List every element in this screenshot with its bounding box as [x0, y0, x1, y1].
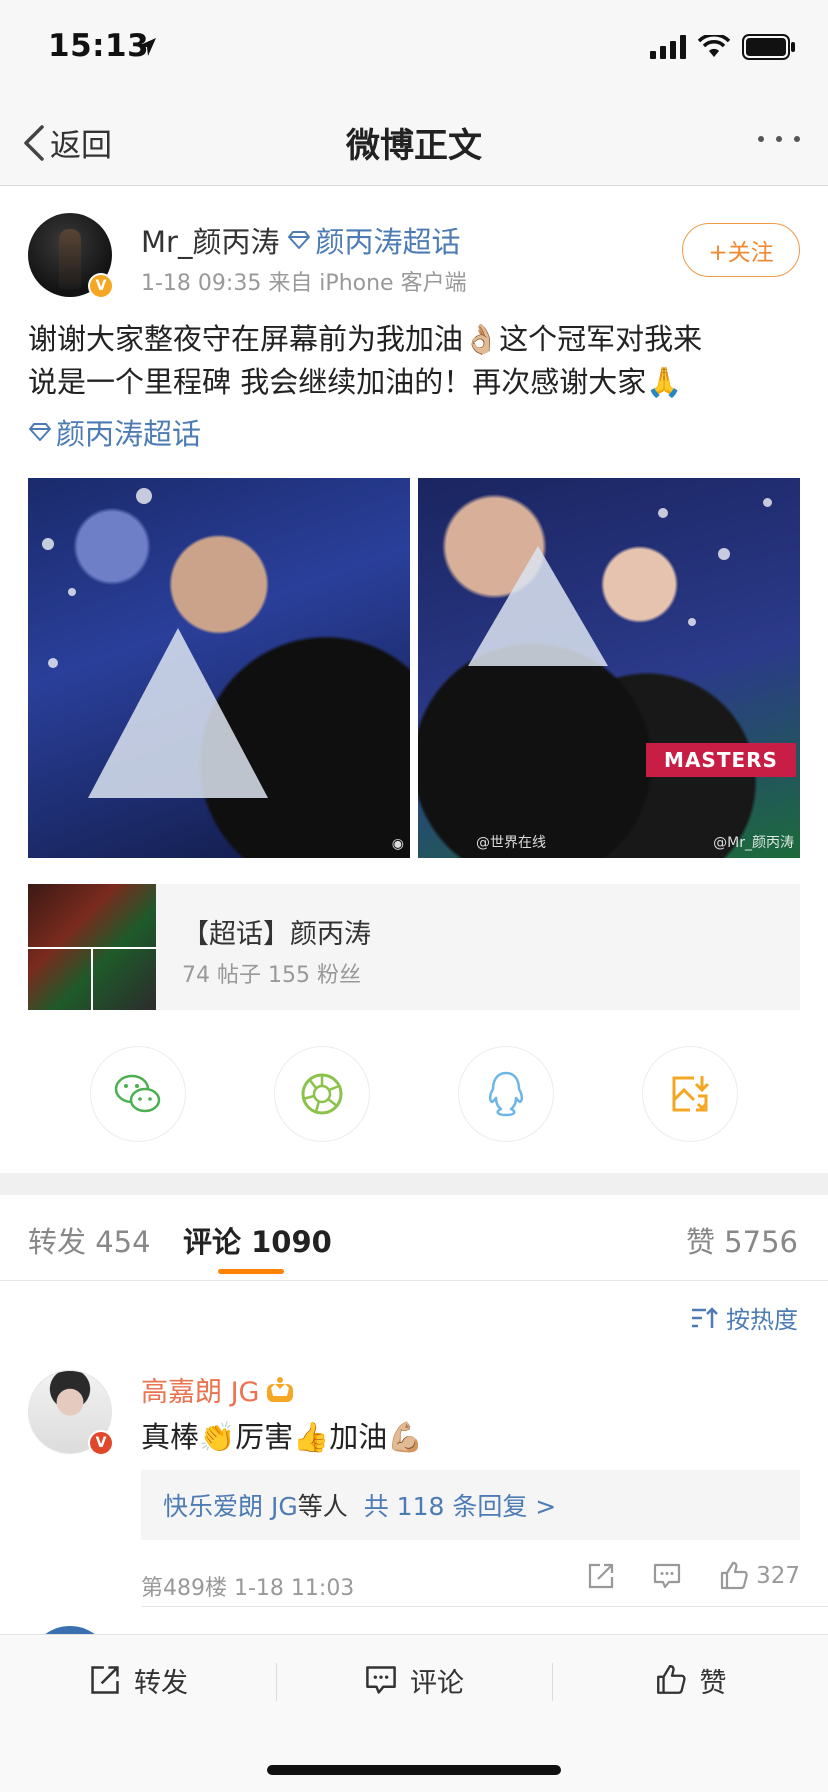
qq-icon: [488, 1071, 524, 1117]
author-name[interactable]: Mr_颜丙涛: [141, 219, 279, 261]
post-text: 谢谢大家整夜守在屏幕前为我加油👌🏼这个冠军对我来 说是一个里程碑 我会继续加油的…: [28, 318, 800, 404]
tab-reposts[interactable]: 转发 454: [28, 1219, 151, 1261]
commenter-name-label: 高嘉朗 JG: [141, 1377, 260, 1408]
comment-actions: 327: [550, 1560, 800, 1592]
photo-watermark-left: @世界在线: [476, 835, 546, 851]
cellular-signal-icon: [650, 35, 686, 59]
bokeh-light: [48, 658, 58, 668]
moments-icon: [301, 1073, 343, 1115]
trophy-image: [88, 628, 268, 798]
reply-mid-text: 等人: [297, 1492, 348, 1521]
home-indicator: [267, 1765, 561, 1775]
tab-comments[interactable]: 评论 1090: [183, 1219, 332, 1261]
share-wechat-button[interactable]: [90, 1046, 186, 1142]
comment-button[interactable]: 评论: [276, 1635, 552, 1725]
status-icons: [650, 34, 796, 60]
verified-badge-icon: V: [88, 1430, 114, 1456]
post-text-line: 说是一个里程碑 我会继续加油的！再次感谢大家🙏: [28, 365, 683, 399]
follow-button[interactable]: +关注: [682, 223, 800, 277]
bokeh-light: [718, 548, 730, 560]
page-title: 微博正文: [346, 126, 482, 166]
commenter-name[interactable]: 高嘉朗 JG: [141, 1370, 295, 1409]
post-text-line: 谢谢大家整夜守在屏幕前为我加油👌🏼这个冠军对我来: [28, 322, 703, 356]
status-time: 15:13: [48, 28, 150, 64]
comment-meta: 第489楼 1-18 11:03: [141, 1576, 355, 1601]
share-row: [0, 1046, 828, 1142]
share-moments-button[interactable]: [274, 1046, 370, 1142]
weibo-watermark-icon: ◉: [391, 836, 404, 852]
repost-label: 转发: [134, 1667, 188, 1699]
reply-count-link[interactable]: 共 118 条回复 >: [364, 1487, 557, 1523]
post-photo-2[interactable]: MASTERS @世界在线 @Mr_颜丙涛: [418, 478, 800, 858]
active-tab-indicator: [218, 1269, 284, 1274]
comment-item: V 高嘉朗 JG 真棒👏厉害👍加油💪🏼 快乐爱朗 JG 等人 共 118 条回复…: [28, 1370, 800, 1610]
post-topic-link[interactable]: 颜丙涛超话: [28, 411, 201, 453]
wifi-icon: [698, 35, 730, 57]
battery-icon: [742, 34, 795, 60]
photo-watermark-right: @Mr_颜丙涛: [713, 835, 794, 851]
nav-bar: 返回 微博正文: [0, 96, 828, 186]
thumbs-up-icon: [720, 1561, 748, 1590]
more-dot-icon: [794, 136, 800, 142]
author-name-row: Mr_颜丙涛 颜丙涛超话: [141, 219, 460, 261]
tab-likes[interactable]: 赞 5756: [686, 1219, 798, 1261]
like-label: 赞: [699, 1667, 727, 1699]
comment-icon: [366, 1666, 396, 1694]
bokeh-light: [68, 588, 76, 596]
post-header: V Mr_颜丙涛 颜丙涛超话 1-18 09:35 来自 iPhone 客户端 …: [28, 213, 800, 299]
supertopic-link[interactable]: 颜丙涛超话: [287, 219, 460, 261]
interaction-tabs: 转发 454 评论 1090 赞 5756: [0, 1195, 828, 1281]
diamond-icon: [29, 423, 51, 441]
diamond-icon: [288, 231, 311, 249]
save-image-icon: [672, 1076, 710, 1112]
sort-button[interactable]: 按热度: [690, 1300, 798, 1335]
member-crown-icon: [267, 1376, 294, 1402]
supertopic-title: 【超话】颜丙涛: [182, 919, 371, 950]
bokeh-light: [658, 508, 668, 518]
bokeh-light: [136, 488, 152, 504]
more-button[interactable]: [758, 136, 800, 142]
comment-text: 真棒👏厉害👍加油💪🏼: [141, 1420, 424, 1454]
share-qq-button[interactable]: [458, 1046, 554, 1142]
comment-icon: [653, 1563, 681, 1589]
post-topic-label: 颜丙涛超话: [56, 417, 202, 451]
supertopic-thumbnail: [28, 884, 156, 1010]
reply-user-link[interactable]: 快乐爱朗 JG: [163, 1487, 298, 1523]
sort-icon: [692, 1306, 718, 1328]
comment-like-button[interactable]: 327: [718, 1560, 800, 1592]
comment-label: 评论: [410, 1667, 464, 1699]
thumb-divider: [91, 947, 93, 1010]
like-button[interactable]: 赞: [552, 1635, 828, 1725]
section-divider: [0, 1173, 828, 1195]
bokeh-light: [688, 618, 696, 626]
location-arrow-icon: [138, 38, 156, 56]
repost-button[interactable]: 转发: [0, 1635, 276, 1725]
comment-repost-button[interactable]: [586, 1561, 616, 1591]
supertopic-label: 颜丙涛超话: [315, 225, 461, 259]
thumbs-up-icon: [656, 1665, 686, 1694]
comment-like-count: 327: [756, 1563, 800, 1589]
comment-separator: [141, 1606, 828, 1607]
masters-sign: MASTERS: [646, 743, 796, 777]
more-dot-icon: [776, 136, 782, 142]
supertopic-stats: 74 帖子 155 粉丝: [182, 963, 361, 988]
bokeh-light: [763, 498, 772, 507]
more-dot-icon: [758, 136, 764, 142]
replies-preview[interactable]: 快乐爱朗 JG 等人 共 118 条回复 >: [141, 1470, 800, 1540]
wechat-icon: [114, 1074, 161, 1113]
avatar-figure: [59, 229, 81, 289]
share-icon: [588, 1563, 614, 1589]
status-bar: 15:13: [0, 0, 828, 96]
post-photo-1[interactable]: ◉: [28, 478, 410, 858]
share-icon: [91, 1666, 119, 1694]
save-image-button[interactable]: [642, 1046, 738, 1142]
supertopic-card[interactable]: 【超话】颜丙涛 74 帖子 155 粉丝: [28, 884, 800, 1010]
trophy-image: [468, 546, 608, 666]
bokeh-light: [42, 538, 54, 550]
sort-label: 按热度: [726, 1306, 798, 1334]
comment-reply-button[interactable]: [652, 1561, 682, 1591]
post-meta: 1-18 09:35 来自 iPhone 客户端: [141, 271, 467, 296]
verified-badge-icon: V: [88, 273, 114, 299]
